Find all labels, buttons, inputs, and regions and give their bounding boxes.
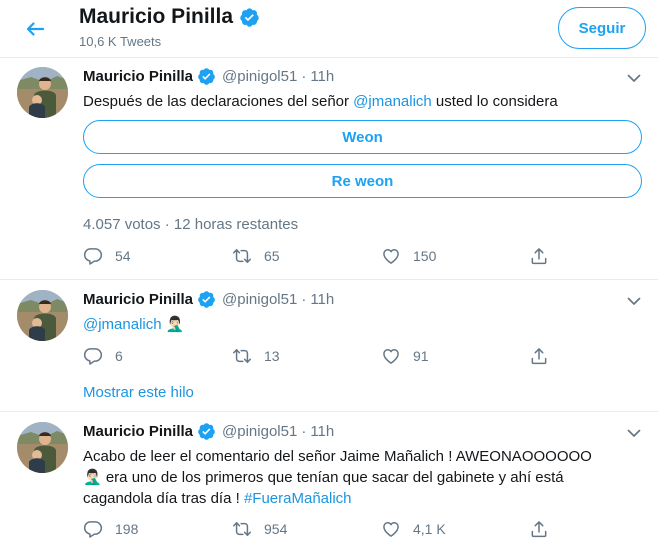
tweet-text-line: 🤦🏻‍♂️ era uno de los primeros que tenían…	[83, 469, 564, 486]
retweet-count: 954	[264, 521, 288, 537]
text-part: usted lo considera	[431, 93, 558, 110]
like-icon	[381, 346, 401, 366]
tweet-text: Después de las declaraciones del señor @…	[83, 91, 643, 112]
mention-link[interactable]: @jmanalich	[83, 316, 162, 333]
profile-header: Mauricio Pinilla 10,6 K Tweets Seguir	[0, 0, 658, 58]
verified-badge-icon	[197, 67, 216, 86]
retweet-count: 65	[264, 248, 280, 264]
reply-icon	[83, 346, 103, 366]
retweet-button[interactable]: 954	[232, 519, 287, 539]
tweet-header: Mauricio Pinilla @pinigol51 · 11h	[83, 67, 334, 86]
poll-meta: 4.057 votos · 12 horas restantes	[83, 216, 299, 233]
like-count: 4,1 K	[413, 521, 446, 537]
chevron-down-icon[interactable]	[626, 70, 642, 86]
tweet-actions: 54 65 150	[83, 246, 563, 268]
share-icon	[529, 519, 549, 539]
share-button[interactable]	[529, 519, 549, 539]
share-button[interactable]	[529, 346, 549, 366]
tweet-time[interactable]: 11h	[310, 68, 334, 85]
retweet-button[interactable]: 65	[232, 246, 280, 266]
verified-badge-icon	[197, 422, 216, 441]
retweet-icon	[232, 346, 252, 366]
avatar[interactable]	[17, 67, 68, 118]
author-name[interactable]: Mauricio Pinilla	[83, 291, 193, 308]
reply-count: 54	[115, 248, 131, 264]
tweet-text: @jmanalich 🤦🏻‍♂️	[83, 314, 643, 335]
avatar-photo	[17, 290, 68, 341]
reply-count: 198	[115, 521, 139, 537]
retweet-icon	[232, 519, 252, 539]
text-part: Después de las declaraciones del señor	[83, 93, 354, 110]
separator: ·	[301, 68, 307, 85]
poll-option-re-weon[interactable]: Re weon	[83, 164, 642, 198]
like-icon	[381, 246, 401, 266]
share-icon	[529, 346, 549, 366]
tweet-count: 10,6 K Tweets	[79, 34, 162, 49]
tweet-actions: 6 13 91	[83, 346, 563, 368]
reply-button[interactable]: 54	[83, 246, 131, 266]
avatar[interactable]	[17, 422, 68, 473]
profile-name-text: Mauricio Pinilla	[79, 5, 234, 28]
author-handle[interactable]: @pinigol51	[222, 291, 297, 308]
author-handle[interactable]: @pinigol51	[222, 423, 297, 440]
facepalm-emoji: 🤦🏻‍♂️	[165, 316, 185, 333]
verified-badge-icon	[197, 290, 216, 309]
like-icon	[381, 519, 401, 539]
tweet[interactable]: Mauricio Pinilla @pinigol51 · 11h Acabo …	[0, 411, 658, 543]
hashtag-link[interactable]: #FueraMañalich	[244, 490, 352, 507]
text-part: cagandola día tras día !	[83, 490, 244, 507]
avatar[interactable]	[17, 290, 68, 341]
follow-button[interactable]: Seguir	[558, 7, 646, 49]
tweet-actions: 198 954 4,1 K	[83, 519, 563, 541]
reply-icon	[83, 246, 103, 266]
retweet-count: 13	[264, 348, 280, 364]
profile-name: Mauricio Pinilla	[79, 5, 260, 29]
tweet-text-line: Acabo de leer el comentario del señor Ja…	[83, 448, 592, 465]
avatar-photo	[17, 67, 68, 118]
chevron-down-icon[interactable]	[626, 293, 642, 309]
like-button[interactable]: 91	[381, 346, 429, 366]
verified-badge-icon	[239, 7, 260, 28]
tweet-text-line: cagandola día tras día ! #FueraMañalich	[83, 488, 643, 509]
tweet[interactable]: Mauricio Pinilla @pinigol51 · 11h Despué…	[0, 58, 658, 280]
author-name[interactable]: Mauricio Pinilla	[83, 68, 193, 85]
back-arrow-icon	[26, 22, 45, 36]
show-thread-link[interactable]: Mostrar este hilo	[83, 384, 194, 401]
like-button[interactable]: 150	[381, 246, 436, 266]
poll-option-weon[interactable]: Weon	[83, 120, 642, 154]
separator: ·	[301, 291, 307, 308]
tweet-time[interactable]: 11h	[310, 291, 334, 308]
chevron-down-icon[interactable]	[626, 425, 642, 441]
tweet-header: Mauricio Pinilla @pinigol51 · 11h	[83, 422, 334, 441]
reply-button[interactable]: 6	[83, 346, 123, 366]
reply-button[interactable]: 198	[83, 519, 138, 539]
tweet-text: Acabo de leer el comentario del señor Ja…	[83, 446, 643, 509]
tweet[interactable]: Mauricio Pinilla @pinigol51 · 11h @jmana…	[0, 280, 658, 411]
mention-link[interactable]: @jmanalich	[353, 93, 432, 110]
author-handle[interactable]: @pinigol51	[222, 68, 297, 85]
avatar-photo	[17, 422, 68, 473]
author-name[interactable]: Mauricio Pinilla	[83, 423, 193, 440]
like-count: 91	[413, 348, 429, 364]
reply-count: 6	[115, 348, 123, 364]
back-button[interactable]	[20, 14, 50, 44]
retweet-button[interactable]: 13	[232, 346, 280, 366]
like-button[interactable]: 4,1 K	[381, 519, 446, 539]
like-count: 150	[413, 248, 437, 264]
reply-icon	[83, 519, 103, 539]
retweet-icon	[232, 246, 252, 266]
separator: ·	[301, 423, 307, 440]
tweet-time[interactable]: 11h	[310, 423, 334, 440]
share-icon	[529, 246, 549, 266]
tweet-header: Mauricio Pinilla @pinigol51 · 11h	[83, 290, 334, 309]
share-button[interactable]	[529, 246, 549, 266]
